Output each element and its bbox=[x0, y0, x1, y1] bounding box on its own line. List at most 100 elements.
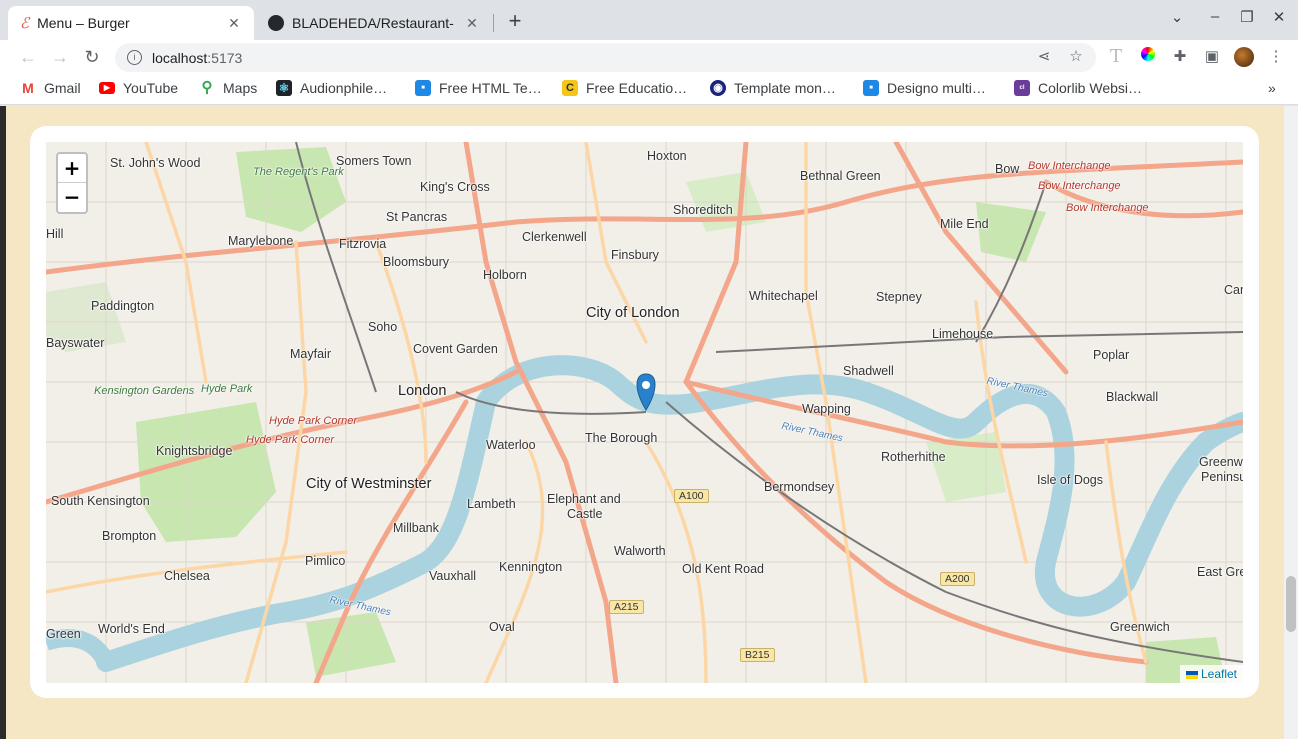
bookmark-youtube[interactable]: ▶ YouTube bbox=[99, 80, 178, 96]
site-info-icon[interactable]: i bbox=[127, 50, 142, 65]
map-place-label: Shadwell bbox=[843, 364, 894, 378]
map-place-label: Poplar bbox=[1093, 348, 1130, 362]
zoom-in-button[interactable]: + bbox=[58, 154, 86, 183]
zoom-out-button[interactable]: − bbox=[58, 183, 86, 211]
map-place-label: Bermondsey bbox=[764, 480, 835, 494]
map-place-label: City of Westminster bbox=[306, 476, 432, 492]
map-place-label: South Kensington bbox=[51, 494, 150, 508]
map-place-label: Mile End bbox=[940, 217, 989, 231]
map-place-label: Peninsula bbox=[1201, 470, 1243, 484]
close-window-icon[interactable]: ✕ bbox=[1267, 8, 1291, 26]
map-tiles bbox=[46, 142, 1243, 683]
map-place-label: Hyde Park Corner bbox=[269, 415, 358, 427]
tab-strip: ℰ Menu – Burger ✕ BLADEHEDA/Restaurant- … bbox=[0, 0, 1298, 40]
map-place-label: Hyde Park Corner bbox=[246, 434, 335, 446]
tab-search-icon[interactable]: ⌄ bbox=[1165, 8, 1189, 26]
tab-title: BLADEHEDA/Restaurant- bbox=[292, 15, 454, 31]
bookmark-colorlib[interactable]: cl Colorlib Websi… bbox=[1014, 80, 1142, 96]
bookmark-designo[interactable]: ■ Designo multi… bbox=[863, 80, 986, 96]
bookmark-star-icon[interactable]: ☆ bbox=[1066, 47, 1086, 67]
url-host: localhost bbox=[152, 49, 208, 66]
map-place-label: King's Cross bbox=[420, 180, 490, 194]
map-place-label: Shoreditch bbox=[673, 203, 733, 217]
map-attribution: Leaflet bbox=[1179, 665, 1243, 683]
map-place-label: Bow Interchange bbox=[1038, 180, 1121, 192]
map-place-label: Millbank bbox=[393, 521, 439, 535]
map-place-label: The Borough bbox=[585, 431, 658, 445]
map-place-label: Bow Interchange bbox=[1066, 202, 1149, 214]
bookmark-label: YouTube bbox=[123, 80, 179, 96]
map-place-label: Old Kent Road bbox=[682, 562, 764, 576]
reload-icon[interactable]: ↻ bbox=[80, 45, 104, 69]
bookmark-free-html[interactable]: ■ Free HTML Te… bbox=[415, 80, 542, 96]
map-place-label: World's End bbox=[98, 622, 165, 636]
bookmark-label: Free Educatio… bbox=[586, 80, 688, 96]
map-place-label: City of London bbox=[586, 305, 680, 321]
map-place-label: Blackwall bbox=[1106, 390, 1159, 404]
bookmark-maps[interactable]: ⚲ Maps bbox=[199, 80, 258, 97]
scrollbar-thumb[interactable] bbox=[1286, 576, 1296, 632]
map-place-label: Knightsbridge bbox=[156, 444, 233, 458]
new-tab-button[interactable]: + bbox=[504, 8, 526, 34]
map-place-label: Walworth bbox=[614, 544, 666, 558]
map-place-label: Soho bbox=[368, 320, 398, 334]
map-place-label: Finsbury bbox=[611, 248, 659, 262]
extensions-puzzle-icon[interactable]: ✚ bbox=[1170, 47, 1190, 67]
restore-icon[interactable]: ❐ bbox=[1235, 8, 1259, 26]
profile-avatar[interactable] bbox=[1234, 47, 1254, 67]
map-place-label: Green bbox=[46, 627, 81, 641]
map-place-label: London bbox=[398, 383, 447, 399]
map-place-label: Pimlico bbox=[305, 554, 346, 568]
map-place-label: Hill bbox=[46, 227, 64, 241]
gmail-icon: M bbox=[20, 80, 36, 96]
minimize-icon[interactable]: – bbox=[1203, 8, 1227, 25]
map-place-label: Wapping bbox=[802, 402, 851, 416]
leaflet-map[interactable]: St. John's Wood Somers Town Hoxton Bethnal … bbox=[46, 142, 1243, 683]
address-bar[interactable]: i localhost:5173 bbox=[115, 43, 1096, 72]
tab-menu-burger[interactable]: ℰ Menu – Burger ✕ bbox=[8, 6, 254, 40]
map-place-label: Greenwich bbox=[1110, 620, 1170, 634]
map-place-label: Holborn bbox=[483, 268, 527, 282]
map-place-label: Vauxhall bbox=[429, 569, 477, 583]
bookmark-label: Audionphile… bbox=[300, 80, 388, 96]
map-place-label: Kennington bbox=[499, 560, 563, 574]
bookmark-label: Template mon… bbox=[734, 80, 836, 96]
share-icon[interactable]: ⋖ bbox=[1034, 47, 1054, 67]
map-place-label: Hyde Park bbox=[201, 383, 253, 395]
color-picker-extension-icon[interactable] bbox=[1138, 47, 1158, 67]
close-tab-icon[interactable]: ✕ bbox=[464, 15, 480, 32]
bookmark-free-education[interactable]: C Free Educatio… bbox=[562, 80, 687, 96]
back-icon[interactable]: ← bbox=[16, 45, 40, 69]
bookmarks-overflow-icon[interactable]: » bbox=[1268, 80, 1276, 96]
map-place-label: Greenwich bbox=[1199, 455, 1243, 469]
map-place-label: Elephant and bbox=[547, 492, 621, 506]
page-scrollbar[interactable] bbox=[1284, 106, 1298, 739]
map-place-label: St Pancras bbox=[386, 210, 448, 224]
font-extension-icon[interactable]: T bbox=[1106, 47, 1126, 67]
map-place-label: Isle of Dogs bbox=[1037, 473, 1104, 487]
bookmark-audionphile[interactable]: ⚛ Audionphile… bbox=[276, 80, 387, 96]
map-place-label: St. John's Wood bbox=[110, 156, 201, 170]
leaflet-link[interactable]: Leaflet bbox=[1201, 667, 1237, 681]
tab-github-repo[interactable]: BLADEHEDA/Restaurant- ✕ bbox=[256, 6, 492, 40]
bookmarks-bar: M Gmail ▶ YouTube ⚲ Maps ⚛ Audionphile… … bbox=[0, 74, 1298, 105]
map-place-label: Lambeth bbox=[467, 497, 516, 511]
forward-icon[interactable]: → bbox=[48, 45, 72, 69]
side-panel-icon[interactable]: ▣ bbox=[1202, 47, 1222, 67]
menu-kebab-icon[interactable]: ⋮ bbox=[1266, 47, 1286, 67]
map-place-label: Brompton bbox=[102, 529, 157, 543]
map-place-label: The Regent's Park bbox=[253, 166, 344, 178]
map-place-label: Mayfair bbox=[290, 347, 331, 361]
bookmark-template-mon[interactable]: ◉ Template mon… bbox=[710, 80, 836, 96]
map-place-label: Kensington Gardens bbox=[94, 385, 195, 397]
bookmark-gmail[interactable]: M Gmail bbox=[20, 80, 81, 96]
site-favicon-icon: ℰ bbox=[20, 14, 30, 32]
map-place-label: Waterloo bbox=[486, 438, 536, 452]
c-logo-icon: C bbox=[562, 80, 578, 96]
close-tab-icon[interactable]: ✕ bbox=[226, 15, 242, 32]
road-shield-label: A100 bbox=[674, 489, 709, 503]
youtube-icon: ▶ bbox=[99, 82, 115, 94]
bookmark-label: Colorlib Websi… bbox=[1038, 80, 1142, 96]
url-port: :5173 bbox=[207, 49, 243, 66]
page-viewport: St. John's Wood Somers Town Hoxton Bethnal … bbox=[6, 106, 1284, 739]
